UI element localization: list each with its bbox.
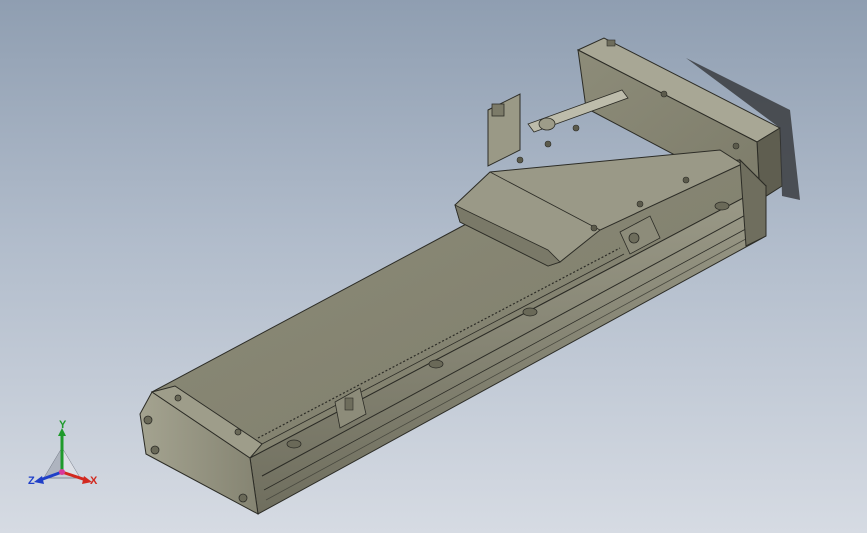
motor-bracket [487,93,521,167]
y-axis-label: Y [59,419,67,431]
end-plate-bolt [150,445,160,455]
end-plate-bolt [234,428,242,436]
end-plate-bolt [238,493,248,503]
cad-viewport[interactable]: Y Z X [0,0,867,533]
x-axis-label: X [90,475,98,487]
end-plate-bolt [143,415,153,425]
axis-triad: Y Z X [22,420,106,496]
linear-actuator-model[interactable] [0,0,867,533]
end-plate-bolt [174,394,182,402]
z-axis-label: Z [28,475,35,487]
